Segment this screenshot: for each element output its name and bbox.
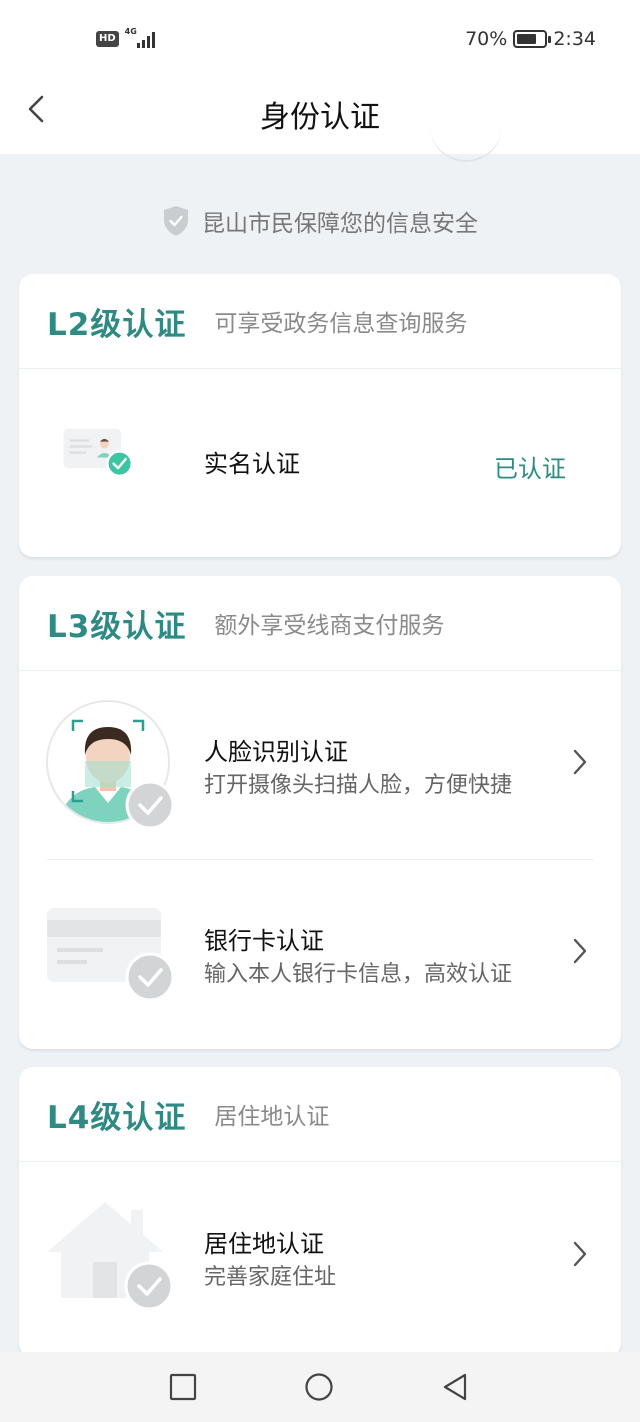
- page-title: 身份认证: [260, 100, 380, 135]
- decorative-arc: [430, 126, 502, 162]
- chevron-right-icon: [573, 938, 587, 964]
- card-l2: L2级认证 可享受政务信息查询服务 实名认证 已认证: [19, 274, 621, 557]
- signal-bar: [146, 36, 150, 48]
- card-l3: L3级认证 额外享受线商支付服务 人脸识别认证 打开摄像头扫描人脸，方便快捷 银…: [19, 576, 621, 1049]
- level-description: 居住地认证: [214, 1104, 330, 1130]
- list-item-real-name[interactable]: 实名认证 已认证: [19, 369, 621, 557]
- status-badge: 已认证: [494, 455, 566, 483]
- chevron-right-icon: [573, 749, 587, 775]
- id-card-verified-icon: [63, 428, 133, 477]
- security-note-text: 昆山市民保障您的信息安全: [202, 211, 478, 237]
- card-header: L4级认证 居住地认证: [19, 1067, 621, 1162]
- item-subtitle: 完善家庭住址: [204, 1265, 337, 1290]
- chevron-right-icon: [573, 1241, 587, 1267]
- signal-icon: 4G: [124, 27, 155, 48]
- bank-card-icon: [47, 908, 175, 1002]
- hd-badge: HD: [96, 31, 119, 47]
- battery-fill: [517, 34, 536, 44]
- network-type: 4G: [124, 27, 137, 36]
- item-title: 居住地认证: [204, 1230, 324, 1258]
- circle-icon[interactable]: [304, 1372, 334, 1402]
- list-item-bank-card[interactable]: 银行卡认证 输入本人银行卡信息，高效认证: [19, 860, 621, 1049]
- card-l4: L4级认证 居住地认证 居住地认证 完善家庭住址: [19, 1067, 621, 1357]
- signal-bar: [136, 43, 140, 48]
- level-label: L2级认证: [47, 306, 187, 343]
- level-description: 额外享受线商支付服务: [214, 613, 445, 639]
- nav-bar: 身份认证: [0, 80, 640, 154]
- battery-icon: [513, 30, 552, 48]
- item-title: 人脸识别认证: [204, 738, 348, 766]
- card-header: L2级认证 可享受政务信息查询服务: [19, 274, 621, 369]
- list-item-residence[interactable]: 居住地认证 完善家庭住址: [19, 1162, 621, 1350]
- list-item-face[interactable]: 人脸识别认证 打开摄像头扫描人脸，方便快捷: [19, 671, 621, 860]
- status-left: HD 4G: [96, 27, 155, 48]
- face-scan-icon: [46, 700, 175, 830]
- item-title: 银行卡认证: [204, 927, 324, 955]
- level-label: L3级认证: [47, 608, 187, 645]
- security-note: 昆山市民保障您的信息安全: [0, 204, 640, 238]
- card-header: L3级认证 额外享受线商支付服务: [19, 576, 621, 671]
- square-icon[interactable]: [168, 1372, 198, 1402]
- item-subtitle: 打开摄像头扫描人脸，方便快捷: [204, 773, 513, 798]
- item-subtitle: 输入本人银行卡信息，高效认证: [204, 962, 513, 987]
- signal-bar: [151, 32, 155, 48]
- level-label: L4级认证: [47, 1099, 187, 1136]
- system-navigation-bar: [0, 1352, 640, 1422]
- signal-bar: [141, 40, 145, 48]
- item-title: 实名认证: [204, 450, 300, 478]
- clock: 2:34: [553, 28, 596, 50]
- status-right: 70% 2:34: [465, 28, 596, 50]
- level-description: 可享受政务信息查询服务: [214, 311, 468, 337]
- status-bar: HD 4G 70% 2:34: [0, 0, 640, 80]
- triangle-back-icon[interactable]: [440, 1372, 470, 1402]
- house-icon: [47, 1202, 174, 1311]
- battery-percent: 70%: [465, 28, 508, 50]
- shield-check-icon: [164, 206, 188, 236]
